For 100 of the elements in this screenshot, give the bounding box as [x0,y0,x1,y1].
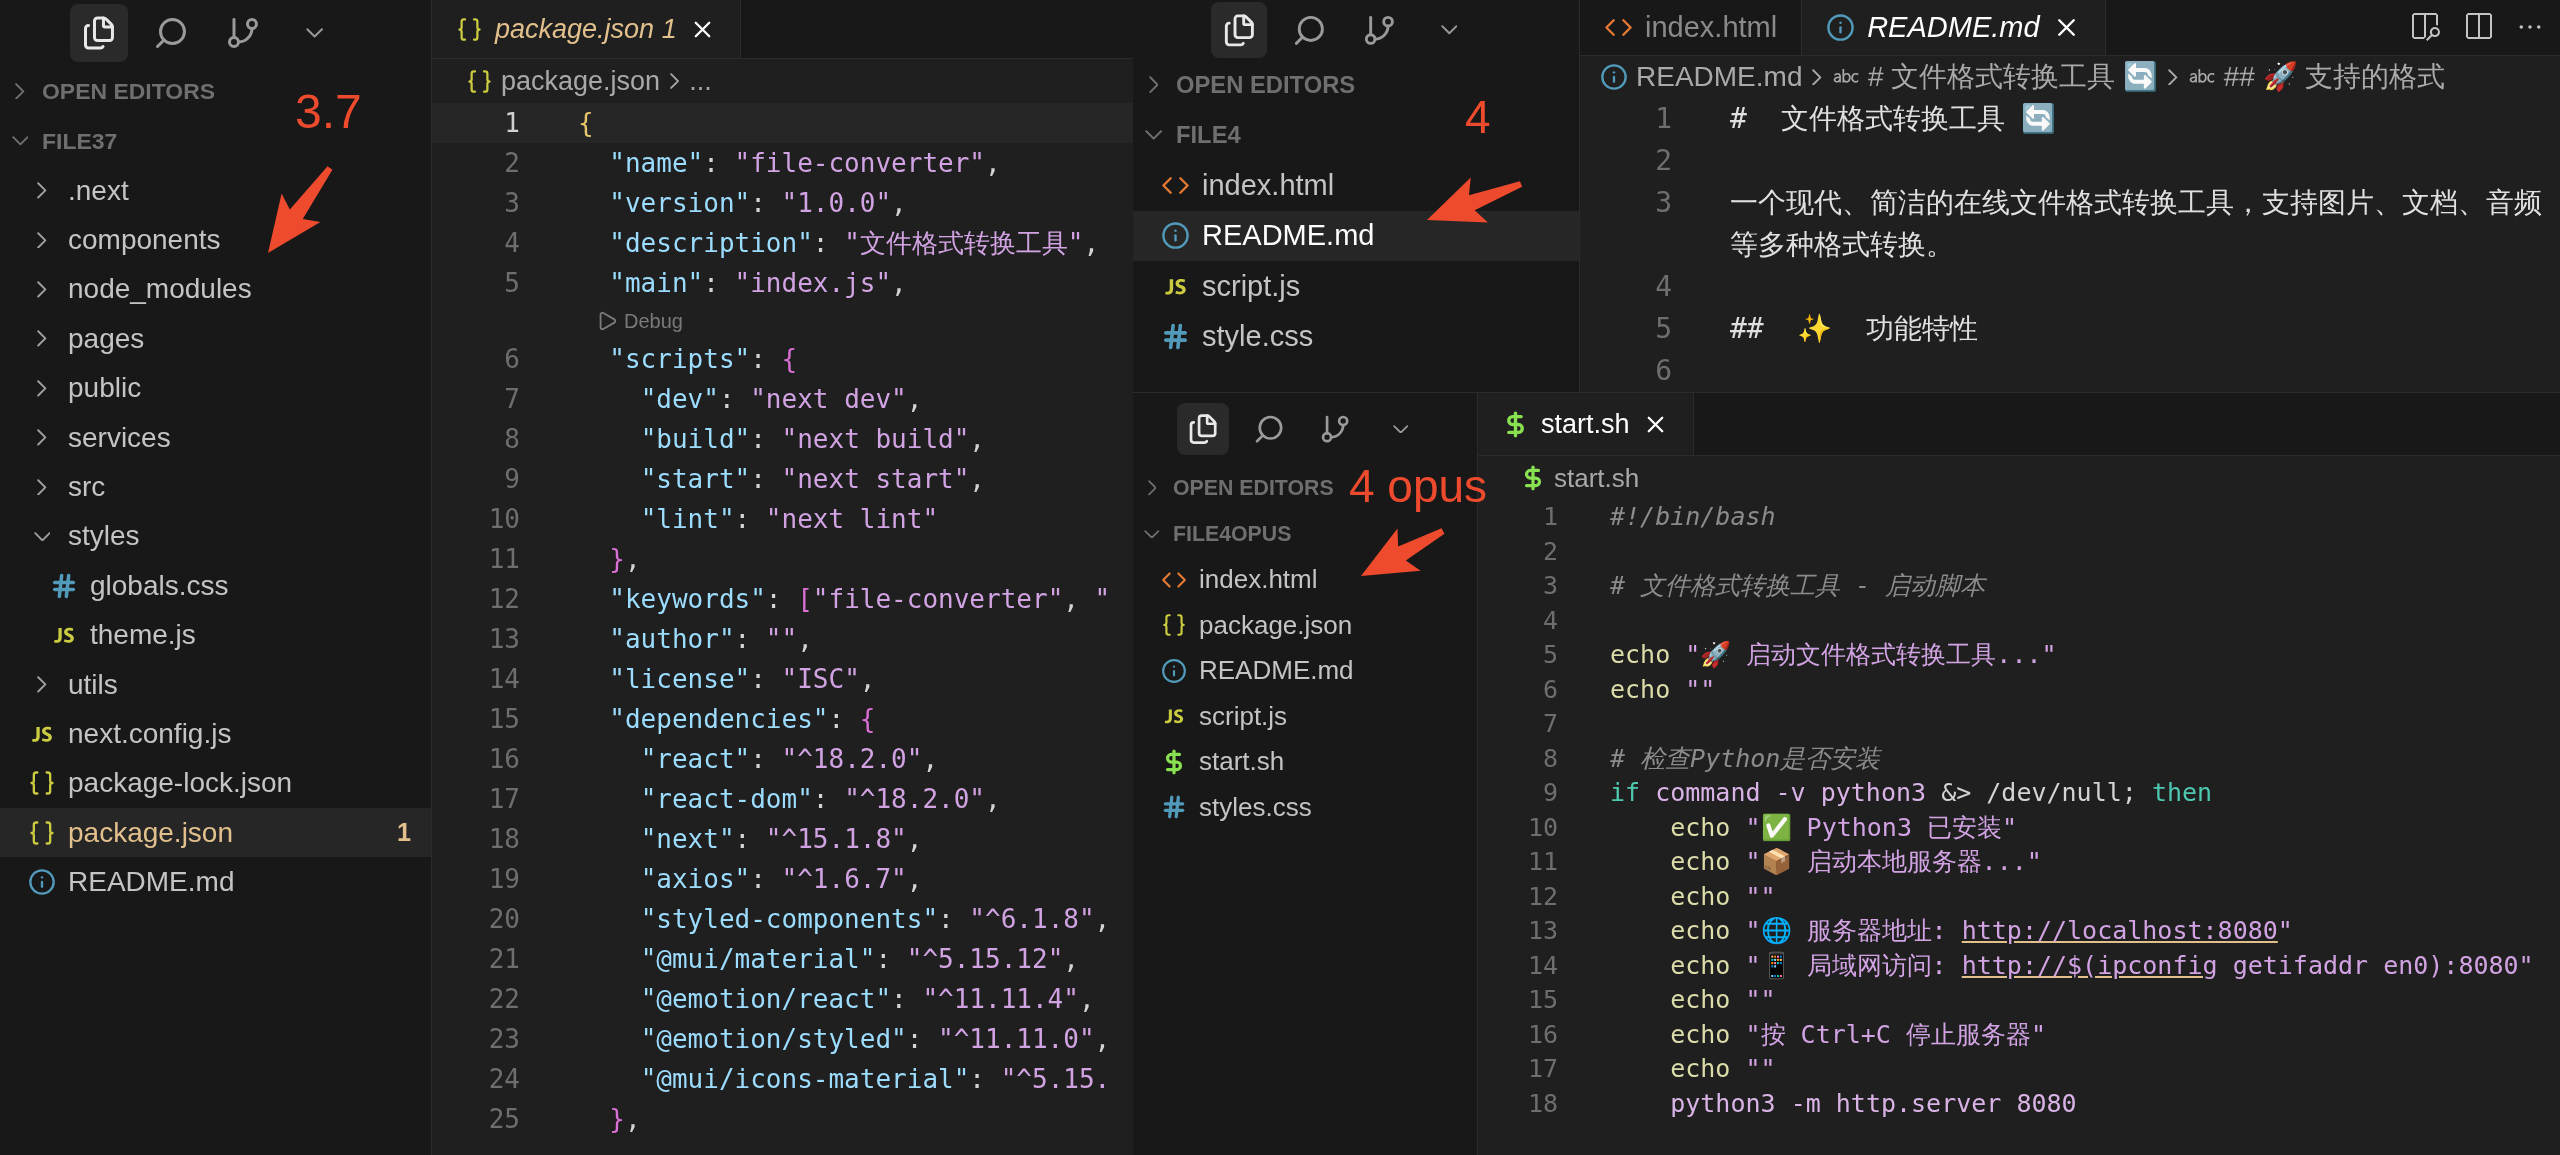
file-item[interactable]: README.md [1133,648,1477,694]
line-number: 16 [1526,1018,1559,1051]
braces-icon [28,818,56,847]
file-item[interactable]: next.config.js [0,709,431,759]
line-number: 2 [1654,143,1673,179]
code-line: echo "📦 启动本地服务器..." [1669,846,2043,878]
chevron-icon [37,231,47,249]
file-item[interactable]: package.json [1133,602,1477,648]
line-number: 2 [1541,535,1559,568]
breadcrumb-item[interactable]: ## 🚀 支持的格式 [2187,57,2446,96]
line-number: 6 [1541,673,1559,706]
folder-item[interactable]: src [0,462,431,512]
file-item[interactable]: globals.css [0,561,431,611]
code-line: "scripts": { [608,343,799,376]
code-line: 一个现代、简洁的在线文件格式转换工具，支持图片、文档、音频等多种格式转换。 [1730,185,2543,263]
code-line: "build": "next build", [639,423,986,456]
file-item[interactable]: package-lock.json [0,758,431,809]
code-line: "next": "^15.1.8", [639,823,924,856]
editor-tab[interactable]: start.sh [1478,393,1694,455]
breadcrumb-item[interactable]: ... [689,65,712,97]
line-number: 1 [1654,101,1673,137]
code-line: #!/bin/bash [1610,501,1777,533]
section-header[interactable]: FILE37 [0,116,118,166]
line-number: 8 [503,423,521,456]
chevron-icon [37,330,47,348]
file-item[interactable]: index.html [1133,160,1579,211]
file-item[interactable]: package.json 1 [0,808,431,858]
line-number: 9 [1541,777,1559,809]
code-line: "react-dom": "^18.2.0", [639,783,1002,816]
file-item[interactable]: README.md [0,857,431,907]
code-line: "axios": "^1.6.7", [639,863,924,896]
info-icon [1161,221,1190,251]
folder-item[interactable]: styles [0,511,431,562]
code-line: ## ✨ 功能特性 [1730,311,1980,347]
editor-tab[interactable]: package.json 1 [432,0,741,58]
file-item[interactable]: README.md [1133,210,1579,261]
section-header[interactable]: OPEN EDITORS [1133,465,1334,511]
chevron-icon [37,379,47,397]
file-item[interactable]: script.js [1133,261,1579,312]
line-number: 14 [487,663,521,696]
debug-codelens[interactable]: Debug [578,303,1133,339]
section-header[interactable]: FILE4OPUS [1133,511,1292,557]
line-number: 19 [487,863,521,896]
file-item[interactable]: style.css [1133,311,1579,362]
editor-tab[interactable]: README.md [1802,0,2106,55]
chevron-icon [37,429,47,447]
folder-item[interactable]: public [0,363,431,413]
file-item[interactable]: start.sh [1133,739,1477,785]
line-number: 1 [1541,501,1559,533]
problem-count: 1 [397,818,411,848]
chevron-icon [670,72,680,90]
folder-item[interactable]: utils [0,659,431,710]
line-number: 15 [1526,984,1559,1016]
chevron-icon [1144,130,1163,140]
line-number: 4 [503,227,521,260]
folder-item[interactable]: pages [0,314,431,364]
section-header[interactable]: OPEN EDITORS [1133,60,1356,110]
chevron-icon[interactable] [1440,25,1458,35]
line-number: 2 [503,147,521,180]
chevron-icon [1147,480,1157,496]
section-header[interactable]: FILE4 [1133,110,1241,160]
file-item[interactable]: theme.js [0,610,431,660]
source-control-icon[interactable] [225,15,261,51]
breadcrumb-item[interactable]: package.json [466,65,661,97]
chevron-icon [1812,68,1822,86]
line-number: 23 [487,1023,521,1056]
line-number: 7 [503,383,521,416]
code-line: "@mui/icons-material": "^5.15. [639,1063,1112,1096]
code-line: { [578,107,595,140]
code-line: }, [608,543,642,576]
hash-icon [50,571,78,600]
breadcrumb-item[interactable]: README.md [1600,60,1803,93]
code-line: "description": "文件格式转换工具", [608,227,1101,260]
file-item[interactable]: index.html [1133,557,1477,603]
tab-label: index.html [1645,10,1778,44]
code-line: echo "🚀 启动文件格式转换工具..." [1610,639,2058,671]
line-number: 14 [1526,949,1559,982]
arrow-icon [268,166,333,253]
code-line: "main": "index.js", [608,267,908,300]
chevron-icon[interactable] [306,28,324,38]
code-line: echo "" [1669,1053,1777,1085]
line-number: 3 [503,187,521,220]
section-header[interactable]: OPEN EDITORS [0,66,216,116]
folder-item[interactable]: .next [0,166,431,216]
file-item[interactable]: styles.css [1133,784,1477,830]
folder-item[interactable]: services [0,412,431,463]
files-icon[interactable] [81,15,117,51]
annotation-label: 3.7 [295,88,362,136]
chevron-icon[interactable] [1393,424,1409,434]
line-number: 6 [503,343,521,376]
arrow-icon [1361,528,1445,576]
folder-item[interactable]: components [0,215,431,265]
search-icon[interactable] [153,15,189,51]
breadcrumb-item[interactable]: start.sh [1520,462,1640,494]
line-number: 18 [487,823,521,856]
chevron-icon [11,136,29,146]
breadcrumb-item[interactable]: # 文件格式转换工具 🔄 [1832,57,2159,96]
folder-item[interactable]: node_modules [0,264,431,315]
file-item[interactable]: script.js [1133,693,1477,739]
line-number: 21 [487,943,521,976]
